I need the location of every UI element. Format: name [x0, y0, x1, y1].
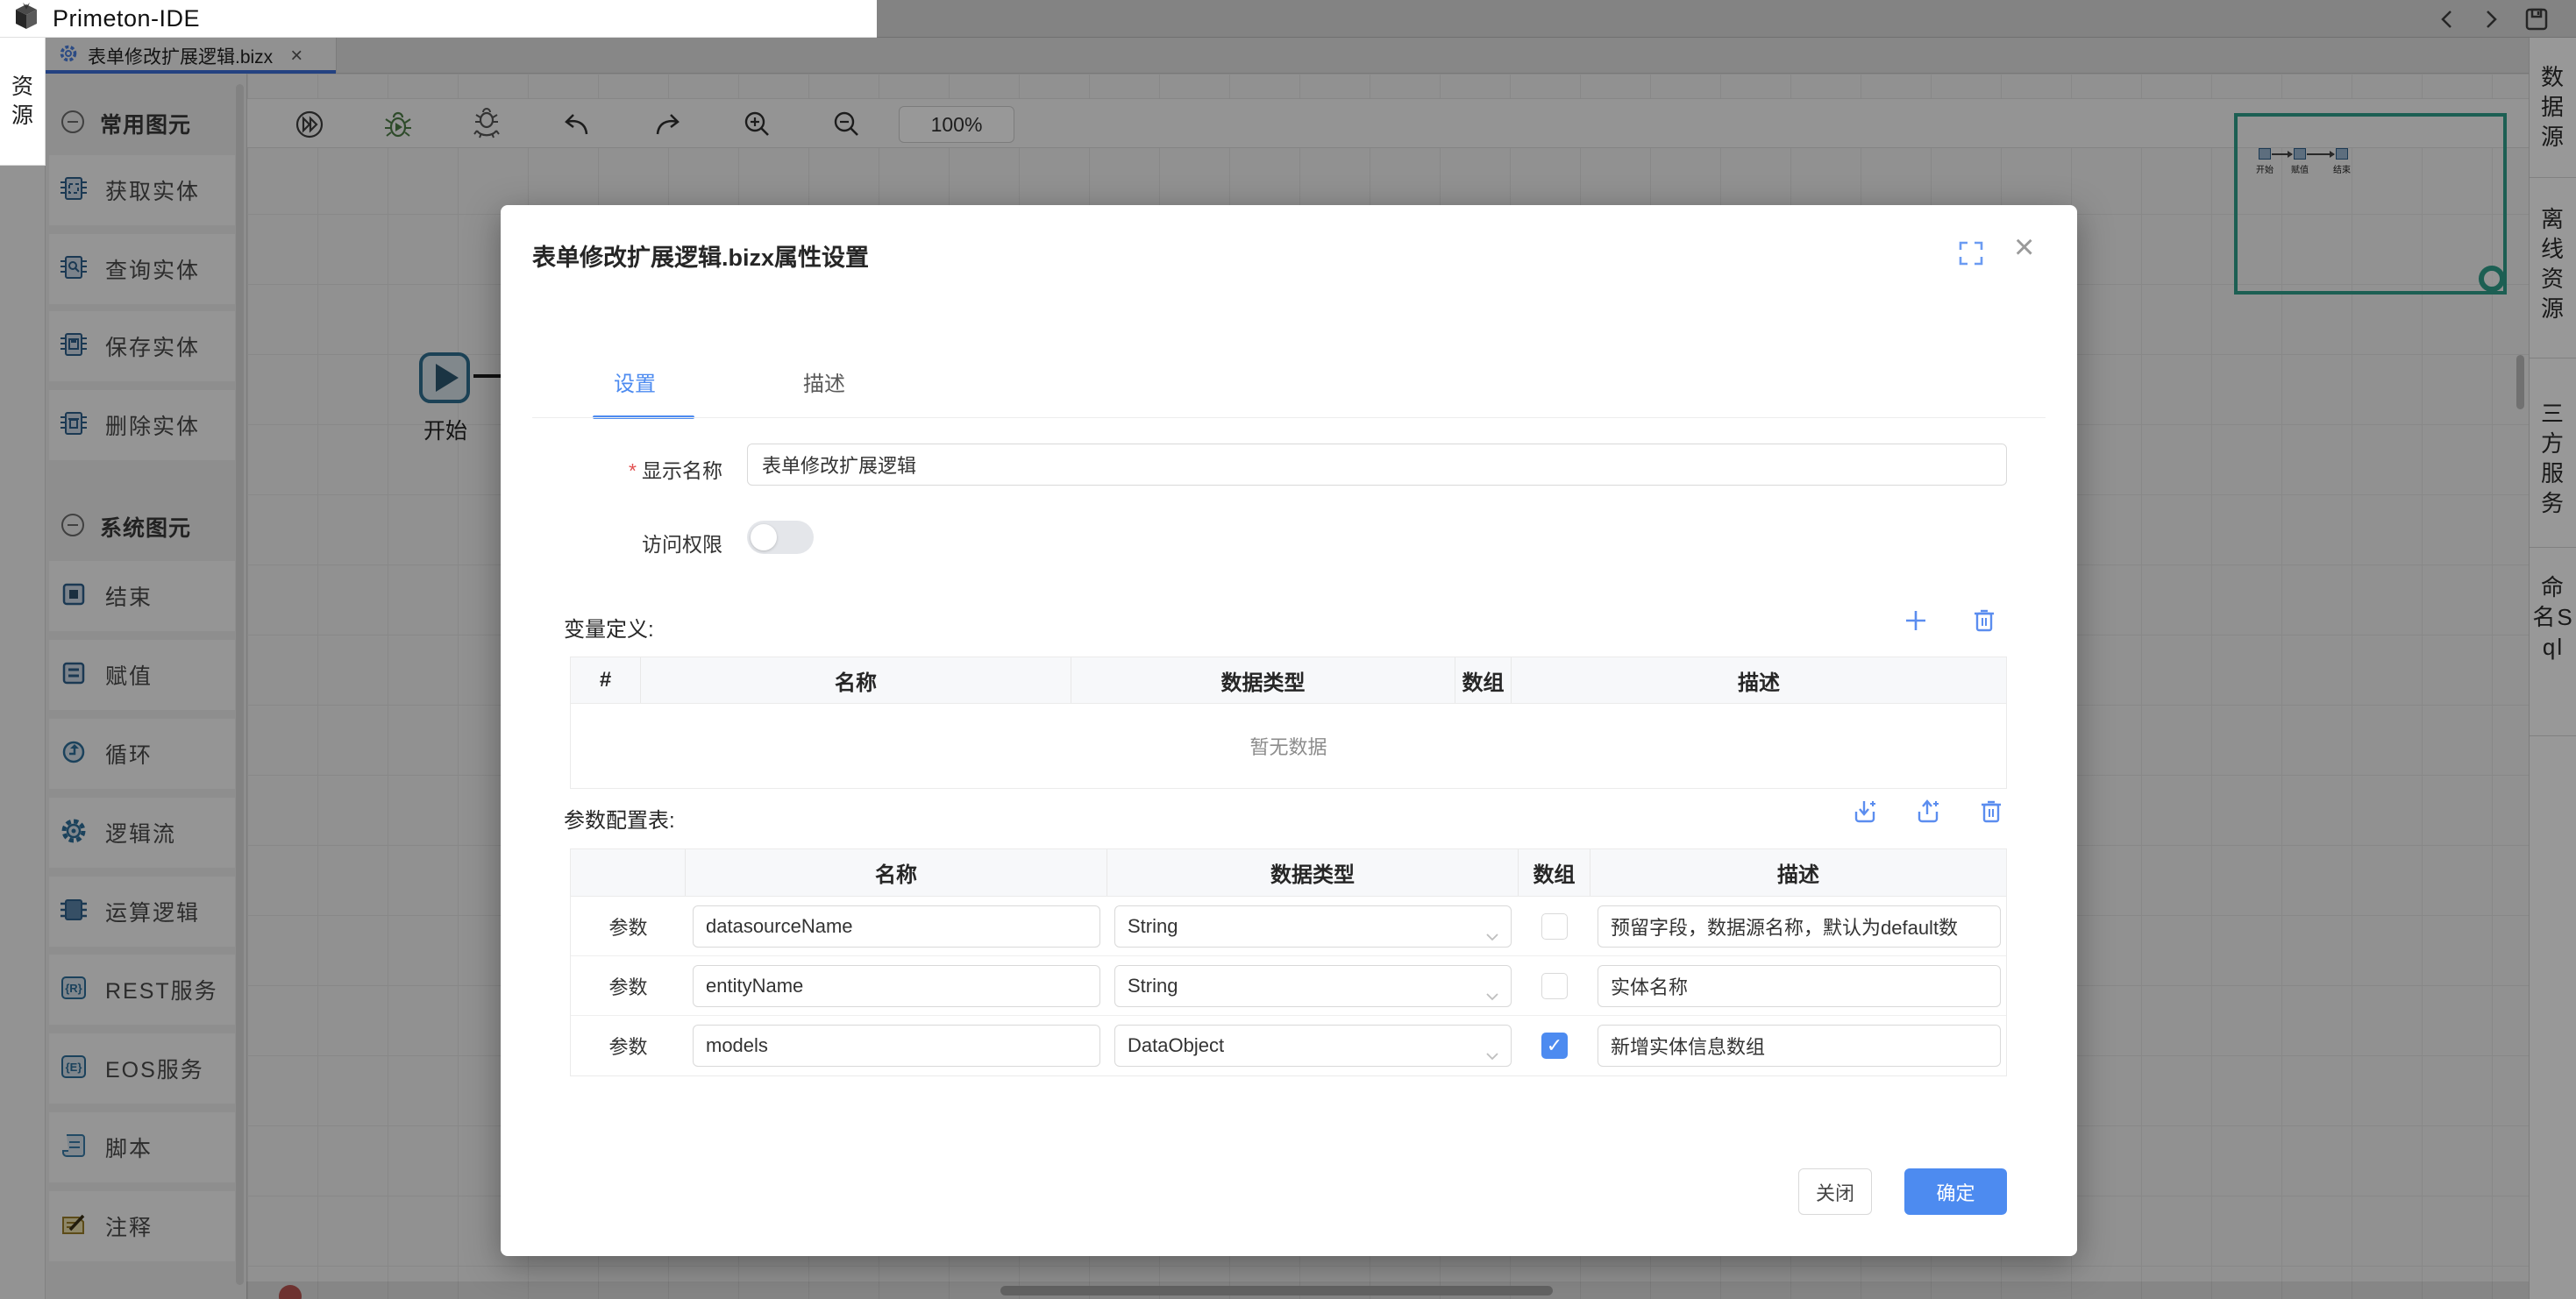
property-dialog: 表单修改扩展逻辑.bizx属性设置 × 设置 描述 *显示名称 表单修改扩展逻辑…: [501, 205, 2077, 1256]
display-name-label: *显示名称: [530, 454, 722, 484]
variables-table-header: # 名称 数据类型 数组 描述: [571, 657, 2006, 704]
app-title: Primeton-IDE: [53, 5, 200, 32]
fullscreen-icon[interactable]: [1958, 240, 1984, 266]
col-desc: 描述: [1512, 657, 2006, 703]
param-type-select[interactable]: String: [1114, 965, 1512, 1007]
close-button[interactable]: 关闭: [1798, 1168, 1872, 1215]
param-name-input[interactable]: datasourceName: [693, 905, 1100, 948]
col-type: 数据类型: [1071, 657, 1455, 703]
add-variable-icon[interactable]: [1902, 607, 1930, 635]
required-mark: *: [629, 459, 637, 482]
param-row-label: 参数: [571, 1016, 686, 1075]
param-row: 参数 models DataObject ✓ 新增实体信息数组: [571, 1016, 2006, 1075]
col-array: 数组: [1519, 849, 1590, 896]
import-params-icon[interactable]: [1851, 798, 1879, 826]
chevron-down-icon: [1486, 924, 1498, 947]
param-desc-input[interactable]: 新增实体信息数组: [1598, 1025, 2001, 1067]
access-label: 访问权限: [530, 528, 722, 557]
params-section-label: 参数配置表:: [564, 803, 675, 834]
delete-variable-icon[interactable]: [1970, 607, 1998, 635]
param-type-select[interactable]: DataObject: [1114, 1025, 1512, 1067]
param-desc-input[interactable]: 实体名称: [1598, 965, 2001, 1007]
close-icon[interactable]: ×: [2014, 230, 2034, 265]
tab-description[interactable]: 描述: [803, 366, 845, 397]
display-name-input[interactable]: 表单修改扩展逻辑: [747, 444, 2007, 486]
param-desc-input[interactable]: 预留字段，数据源名称，默认为default数: [1598, 905, 2001, 948]
export-params-icon[interactable]: [1914, 798, 1942, 826]
param-array-checkbox[interactable]: [1541, 913, 1568, 940]
variables-table: # 名称 数据类型 数组 描述 暂无数据: [570, 657, 2007, 789]
col-type: 数据类型: [1107, 849, 1519, 896]
activity-bar-resources-label: 资源: [11, 73, 35, 131]
param-row: 参数 entityName String 实体名称: [571, 956, 2006, 1016]
col-array: 数组: [1455, 657, 1512, 703]
param-row-label: 参数: [571, 956, 686, 1016]
ok-button[interactable]: 确定: [1904, 1168, 2007, 1215]
params-table-header: 名称 数据类型 数组 描述: [571, 849, 2006, 897]
toggle-knob: [751, 524, 777, 550]
access-toggle[interactable]: [747, 521, 814, 554]
col-name: 名称: [686, 849, 1107, 896]
ide-screen: 表单修改扩展逻辑.bizx × 常用图元 获取实体 查询实体 保存实体 删除实体: [0, 0, 2576, 1299]
param-row: 参数 datasourceName String 预留字段，数据源名称，默认为d…: [571, 897, 2006, 956]
param-type-select[interactable]: String: [1114, 905, 1512, 948]
col-name: 名称: [641, 657, 1071, 703]
dialog-title: 表单修改扩展逻辑.bizx属性设置: [532, 238, 869, 273]
activity-bar-resources[interactable]: 资源: [0, 38, 46, 166]
col-desc: 描述: [1590, 849, 2006, 896]
tab-settings[interactable]: 设置: [614, 366, 656, 397]
app-logo: [12, 2, 40, 36]
variables-section-label: 变量定义:: [564, 612, 654, 642]
app-title-area: Primeton-IDE: [0, 0, 877, 38]
param-array-checkbox-checked[interactable]: ✓: [1541, 1033, 1568, 1059]
param-row-label: 参数: [571, 897, 686, 956]
delete-params-icon[interactable]: [1977, 798, 2005, 826]
param-array-checkbox[interactable]: [1541, 973, 1568, 999]
params-table: 名称 数据类型 数组 描述 参数 datasourceName String 预…: [570, 848, 2007, 1076]
col-index: #: [571, 657, 641, 703]
param-name-input[interactable]: models: [693, 1025, 1100, 1067]
empty-placeholder: 暂无数据: [571, 704, 2006, 788]
col-blank: [571, 849, 686, 896]
divider: [532, 417, 2046, 418]
chevron-down-icon: [1486, 983, 1498, 1006]
param-name-input[interactable]: entityName: [693, 965, 1100, 1007]
chevron-down-icon: [1486, 1043, 1498, 1066]
